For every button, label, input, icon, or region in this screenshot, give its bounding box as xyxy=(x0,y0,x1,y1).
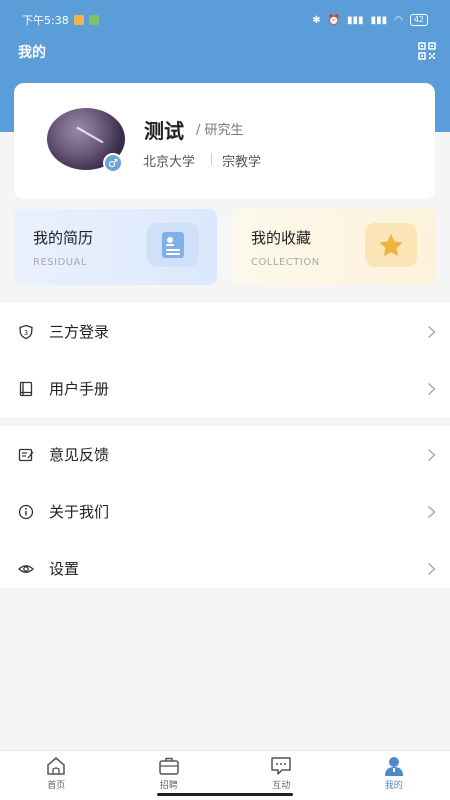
menu-item-label: 意见反馈 xyxy=(49,446,110,464)
nav-label: 招聘 xyxy=(159,781,178,791)
user-icon xyxy=(384,757,403,776)
profile-name: 测试 xyxy=(144,119,184,143)
book-icon xyxy=(19,381,33,396)
menu-item-settings[interactable]: 设置 xyxy=(0,540,450,597)
my-favorites-subtitle: COLLECTION xyxy=(251,257,320,268)
nav-label: 我的 xyxy=(384,781,403,791)
bluetooth-icon: ✱ xyxy=(312,14,321,26)
notification-app-icon xyxy=(88,15,99,25)
my-resume-card[interactable]: 我的简历 RESIDUAL xyxy=(13,209,217,285)
menu-item-label: 用户手册 xyxy=(49,380,110,398)
profile-degree: / 研究生 xyxy=(196,123,244,138)
chevron-right-icon xyxy=(427,382,436,396)
menu-item-user-manual[interactable]: 用户手册 xyxy=(0,360,450,417)
battery-icon: 42 xyxy=(409,14,428,26)
svg-text:3: 3 xyxy=(24,329,28,337)
eye-icon xyxy=(18,564,34,573)
menu-item-about-us[interactable]: 关于我们 xyxy=(0,483,450,540)
alarm-icon: ⏰ xyxy=(327,14,341,26)
status-bar: 下午5:38 ✱ ⏰ ▮▮▮ ▮▮▮ ◠ 42 xyxy=(0,0,450,40)
home-indicator[interactable] xyxy=(157,793,293,796)
nav-label: 首页 xyxy=(47,781,66,791)
signal-icon: ▮▮▮ xyxy=(347,14,364,26)
home-icon xyxy=(47,757,65,775)
notification-app-icon xyxy=(73,15,84,25)
menu-item-third-party-login[interactable]: 3 三方登录 xyxy=(0,303,450,360)
chevron-right-icon xyxy=(427,448,436,462)
page-title: 我的 xyxy=(18,45,46,61)
shield-icon: 3 xyxy=(19,324,33,339)
male-gender-icon: ♂ xyxy=(103,153,123,173)
signal-icon: ▮▮▮ xyxy=(370,14,388,26)
divider xyxy=(211,153,212,165)
my-favorites-card[interactable]: 我的收藏 COLLECTION xyxy=(231,209,435,285)
chevron-right-icon xyxy=(427,562,436,576)
chevron-right-icon xyxy=(427,325,436,339)
nav-tab-me[interactable]: 我的 xyxy=(338,751,450,800)
nav-label: 互动 xyxy=(272,781,291,791)
wifi-icon: ◠ xyxy=(394,14,403,26)
qrcode-icon[interactable] xyxy=(418,42,436,60)
resume-icon xyxy=(147,223,199,267)
menu-item-feedback[interactable]: 意见反馈 xyxy=(0,426,450,483)
status-time: 下午5:38 xyxy=(22,14,69,27)
my-resume-title: 我的简历 xyxy=(33,229,94,247)
info-icon xyxy=(18,504,34,519)
star-icon xyxy=(365,223,417,267)
profile-major: 宗教学 xyxy=(222,155,262,170)
chat-icon xyxy=(271,757,291,775)
profile-card[interactable]: ♂ 测试 / 研究生 北京大学 宗教学 xyxy=(14,83,435,199)
edit-icon xyxy=(18,448,34,461)
menu-item-label: 设置 xyxy=(49,560,80,578)
menu-group: 意见反馈 关于我们 设置 xyxy=(0,426,450,588)
briefcase-icon xyxy=(159,757,179,775)
nav-tab-home[interactable]: 首页 xyxy=(0,751,113,800)
profile-school: 北京大学 xyxy=(143,155,196,170)
menu-item-label: 关于我们 xyxy=(49,503,110,521)
menu-group: 3 三方登录 用户手册 xyxy=(0,303,450,417)
chevron-right-icon xyxy=(427,505,436,519)
my-resume-subtitle: RESIDUAL xyxy=(33,257,87,268)
menu-item-label: 三方登录 xyxy=(49,323,110,341)
my-favorites-title: 我的收藏 xyxy=(251,229,312,247)
